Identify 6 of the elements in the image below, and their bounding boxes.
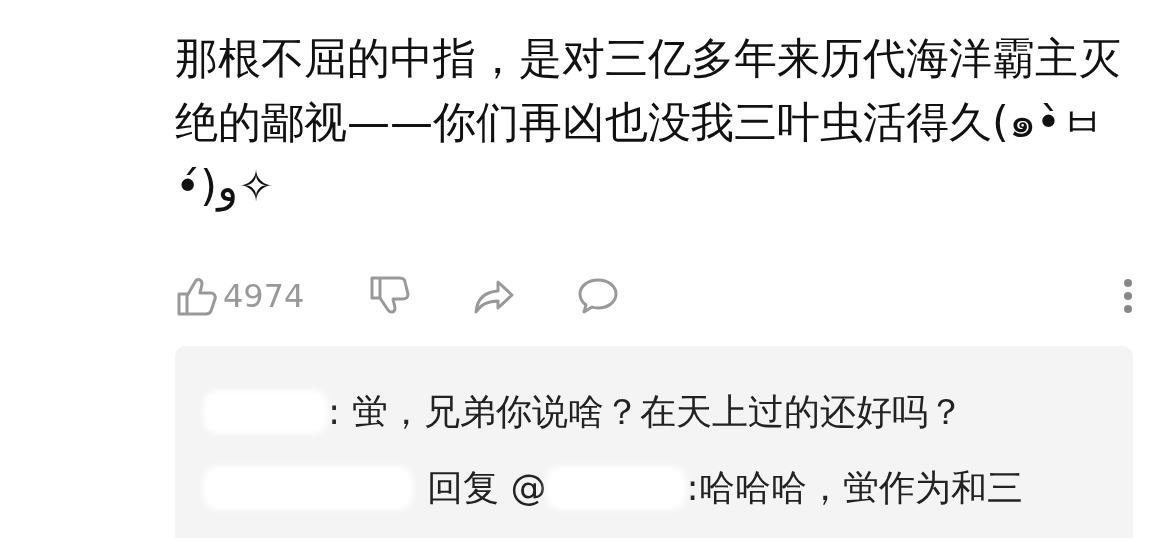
comment-text: 那根不屈的中指，是对三亿多年来历代海洋霸主灭绝的鄙视——你们再凶也没我三叶虫活得久(๑•̀ㅂ•́)و✧ — [175, 32, 1122, 214]
more-icon[interactable] — [1123, 278, 1133, 314]
reply-text: :哈哈哈，蛍作为和三 — [686, 466, 1023, 510]
like-count: 4974 — [223, 276, 305, 317]
reply-text: : 蛍，兄弟你说啥？在天上过的还好吗？ — [328, 390, 964, 434]
reply-label: 回复 @ — [427, 466, 547, 510]
